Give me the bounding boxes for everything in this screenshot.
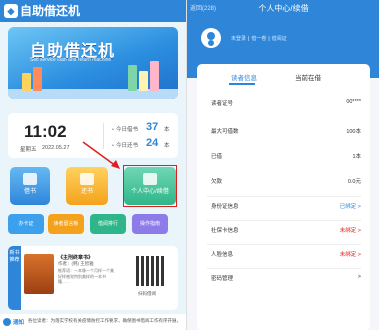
social-card-row[interactable]: 社保卡信息 未绑定 > [211,226,361,240]
ranking-button[interactable]: 借阅排行 [90,214,126,234]
link-value: > [357,274,361,280]
qr-label: 扫码借阅 [138,291,156,296]
book-cover-image [24,254,54,294]
info-value: 100本 [346,129,361,135]
divider [207,196,361,197]
info-value: 0.0元 [347,179,361,185]
info-row: 最大可借数 100本 [211,127,361,141]
face-info-row[interactable]: 人脸信息 未绑定 > [211,250,361,264]
link-key: 身份证信息 [211,204,239,210]
new-book-card[interactable]: 新书推荐 《主刑终章书》 作者：(韩) 王智雅 推荐语：一本像一个月样一个美好样… [8,246,178,310]
link-value: 未绑定 > [339,228,361,234]
new-book-title: 《主刑终章书》 [58,255,94,261]
new-book-desc: 推荐语：一本像一个月样一个美好样感觉特别美样的一本书籍…… [58,268,114,284]
user-name: 未登录 [231,36,247,42]
link-key: 密码管理 [211,276,234,282]
user-id: 借一卷 [251,36,267,42]
message-board-button[interactable]: 读者留言板 [48,214,84,234]
avatar [201,28,221,48]
info-row: 读者证号 00**** [211,99,361,113]
info-row: 已借 1本 [211,152,361,166]
user-line: 未登录 | 借一卷 | 借阅证 [231,35,287,42]
notice-label: 通知 [13,320,25,326]
active-tab-indicator [229,83,255,85]
qr-code-icon [136,256,166,286]
user-card: 借阅证 [271,36,287,42]
tab-current-loans[interactable]: 当前在借 [295,72,321,82]
page-title: 个人中心/续借 [258,4,309,13]
link-key: 社保卡信息 [211,228,239,234]
kiosk-home-screen: ◆ 自助借还机 自助借还机 Self service loan and retu… [0,0,186,330]
personal-center-screen: 返回(228) 个人中心/续借 未登录 | 借一卷 | 借阅证 读者信息 当前在借 读者… [186,0,379,330]
info-value: 00**** [346,99,361,105]
new-book-author: 作者：(韩) 王智雅 [58,261,94,266]
link-key: 人脸信息 [211,252,234,258]
card-button[interactable]: 办卡证 [8,214,44,234]
info-key: 最大可借数 [211,129,239,135]
password-row[interactable]: 密码管理 > [211,274,361,288]
info-key: 已借 [211,154,223,160]
link-value: 已绑定 > [339,204,361,210]
new-book-tag: 新书推荐 [8,246,21,310]
divider [207,268,361,269]
info-row: 欠款 0.0元 [211,177,361,191]
notice-icon [3,318,11,326]
notice-text: 各位读者：为落实学校有关疫情防控工作要求，确保图书借阅工作有序开展， [28,318,181,323]
divider [207,244,361,245]
reader-info-card: 读者信息 当前在借 读者证号 00**** 最大可借数 100本 已借 1本 欠… [197,64,370,330]
tab-reader-info[interactable]: 读者信息 [231,72,257,82]
divider [207,220,361,221]
info-key: 读者证号 [211,101,234,107]
info-key: 欠款 [211,179,223,185]
info-value: 1本 [352,154,361,160]
user-sep: | [248,36,250,42]
screenshot-root: ◆ 自助借还机 自助借还机 Self service loan and retu… [0,0,379,330]
user-sep: | [268,36,270,42]
guide-button[interactable]: 操作指南 [132,214,168,234]
id-card-row[interactable]: 身份证信息 已绑定 > [211,202,361,216]
link-value: 未绑定 > [339,252,361,258]
notice-bar[interactable]: 通知 各位读者：为落实学校有关疫情防控工作要求，确保图书借阅工作有序开展， [0,314,186,330]
